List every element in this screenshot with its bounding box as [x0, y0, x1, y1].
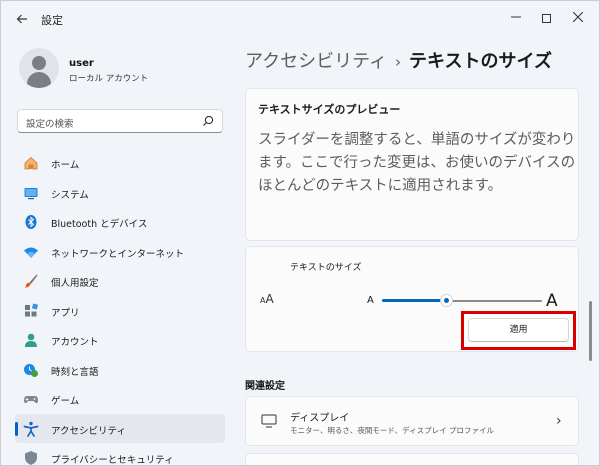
user-name: user: [69, 58, 94, 69]
related-settings-heading: 関連設定: [245, 381, 285, 392]
display-settings-link[interactable]: ディスプレイ モニター、明るさ、夜間モード、ディスプレイ プロファイル ›: [245, 396, 579, 446]
user-account-type: ローカル アカウント: [69, 74, 149, 84]
brush-icon: [24, 274, 38, 288]
slider-max-label: A: [546, 291, 558, 311]
sidebar-item-network[interactable]: ネットワークとインターネット: [15, 237, 225, 267]
arrow-left-icon: [16, 14, 27, 24]
sidebar-item-label: 時刻と言語: [51, 366, 99, 378]
search-input[interactable]: 設定の検索: [17, 109, 223, 133]
slider-min-label: A: [367, 295, 374, 306]
text-size-card: テキストのサイズ AA A A 適用: [245, 246, 579, 352]
sidebar-item-label: ネットワークとインターネット: [51, 248, 185, 260]
next-settings-card[interactable]: [245, 453, 579, 465]
sidebar-item-bluetooth[interactable]: Bluetooth とデバイス: [15, 207, 225, 237]
avatar-head: [32, 56, 46, 70]
time-language-icon: [24, 363, 38, 377]
back-button[interactable]: [11, 9, 33, 29]
close-icon: [572, 11, 584, 23]
slider-fill: [382, 299, 447, 302]
sidebar-item-gaming[interactable]: ゲーム: [15, 384, 225, 414]
account-icon: [25, 333, 37, 347]
display-title: ディスプレイ: [290, 413, 350, 424]
close-button[interactable]: [563, 7, 593, 29]
minimize-button[interactable]: [501, 7, 531, 29]
avatar-body: [27, 72, 51, 88]
sidebar-item-label: アプリ: [51, 307, 80, 319]
sidebar-item-label: ホーム: [51, 160, 80, 171]
shield-icon: [25, 451, 37, 465]
sidebar-item-accounts[interactable]: アカウント: [15, 325, 225, 355]
settings-window: 設定 user ローカル アカウント 設定の検索 ホーム システム Blueto…: [0, 0, 600, 466]
breadcrumb-parent[interactable]: アクセシビリティ: [245, 51, 387, 72]
title-bar: 設定: [1, 1, 599, 37]
system-icon: [24, 187, 38, 199]
sidebar-item-label: アカウント: [51, 337, 99, 348]
sidebar-nav: ホーム システム Bluetooth とデバイス ネットワークとインターネット: [15, 148, 225, 466]
breadcrumb: アクセシビリティ › テキストのサイズ: [245, 47, 552, 73]
text-size-slider[interactable]: [382, 294, 542, 307]
maximize-icon: [541, 14, 551, 23]
chevron-right-icon: ›: [556, 413, 562, 429]
sidebar-item-time-language[interactable]: 時刻と言語: [15, 355, 225, 385]
monitor-icon: [261, 414, 277, 428]
preview-text: スライダーを調整すると、単語のサイズが変わります。ここで行った変更は、お使いのデ…: [258, 132, 576, 194]
game-icon: [24, 396, 38, 404]
home-icon: [24, 156, 38, 170]
sidebar-item-label: プライバシーとセキュリティ: [51, 455, 174, 466]
accessibility-icon: [23, 421, 39, 437]
sidebar-item-label: Bluetooth とデバイス: [51, 219, 148, 230]
sidebar-item-label: アクセシビリティ: [51, 425, 126, 437]
preview-card: テキストサイズのプレビュー スライダーを調整すると、単語のサイズが変わります。こ…: [245, 88, 579, 241]
text-size-icon: AA: [260, 292, 274, 306]
apply-button[interactable]: 適用: [468, 318, 569, 342]
sidebar-item-personalization[interactable]: 個人用設定: [15, 266, 225, 296]
scrollbar[interactable]: [589, 301, 592, 361]
page-title: テキストのサイズ: [409, 51, 552, 72]
sidebar-item-apps[interactable]: アプリ: [15, 296, 225, 326]
breadcrumb-separator: ›: [395, 53, 402, 71]
slider-thumb[interactable]: [440, 294, 453, 307]
slider-track: [447, 299, 542, 302]
sidebar-item-label: ゲーム: [51, 396, 80, 407]
bluetooth-icon: [25, 215, 37, 229]
search-icon: [203, 115, 214, 126]
search-placeholder: 設定の検索: [26, 119, 74, 130]
text-size-label: テキストのサイズ: [290, 263, 362, 273]
text-size-icon-big: A: [265, 292, 274, 306]
sidebar-item-system[interactable]: システム: [15, 178, 225, 208]
preview-title: テキストサイズのプレビュー: [258, 103, 401, 116]
app-title: 設定: [41, 14, 63, 27]
minimize-icon: [511, 16, 521, 18]
apps-icon: [25, 302, 39, 316]
sidebar-item-label: 個人用設定: [51, 278, 99, 289]
avatar[interactable]: [19, 48, 59, 88]
active-indicator: [15, 421, 18, 436]
sidebar-item-home[interactable]: ホーム: [15, 148, 225, 178]
wifi-icon: [24, 247, 38, 258]
display-subtitle: モニター、明るさ、夜間モード、ディスプレイ プロファイル: [290, 426, 494, 435]
maximize-button[interactable]: [531, 7, 561, 29]
sidebar-item-accessibility[interactable]: アクセシビリティ: [15, 413, 225, 443]
sidebar-item-label: システム: [51, 189, 89, 201]
sidebar-item-privacy[interactable]: プライバシーとセキュリティ: [15, 443, 225, 466]
